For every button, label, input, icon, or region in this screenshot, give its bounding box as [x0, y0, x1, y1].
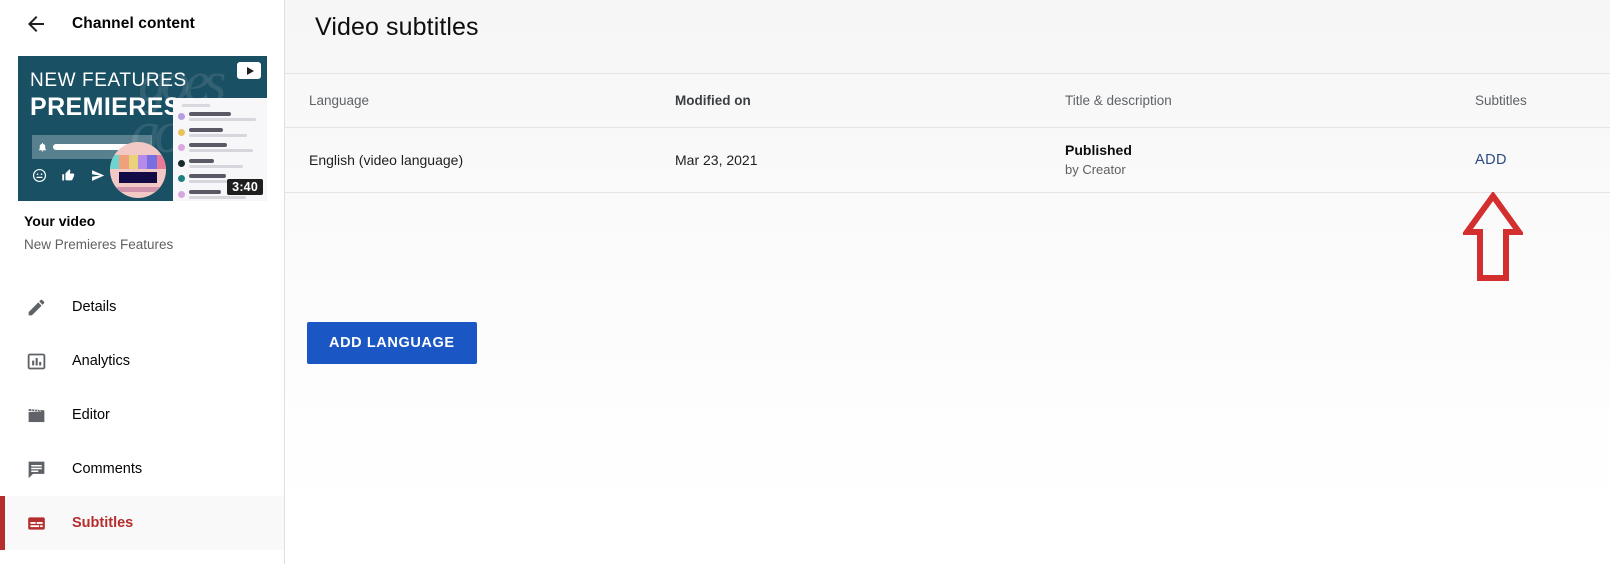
add-subtitles-link[interactable]: ADD: [1475, 152, 1507, 168]
avatar-dark-bar: [119, 172, 157, 183]
sidebar-item-details[interactable]: Details: [0, 280, 284, 334]
thumbnail-line-2: PREMIERES: [30, 93, 181, 121]
sidebar-item-label: Subtitles: [72, 515, 134, 531]
sidebar-header: Channel content: [0, 0, 284, 48]
chat-row: [178, 127, 262, 137]
subtitles-table: Language Modified on Title & description…: [285, 73, 1610, 193]
red-arrow-annotation: [1463, 192, 1523, 281]
thumbnail-line-1: NEW FEATURES: [30, 70, 187, 91]
youtube-play-icon: [237, 62, 261, 79]
chat-header-line: [182, 104, 210, 107]
back-arrow-icon[interactable]: [24, 12, 48, 36]
video-title: Your video: [24, 213, 96, 229]
emoji-icon: [32, 168, 47, 183]
column-header-subtitles: Subtitles: [1475, 93, 1527, 108]
sidebar: Channel content goes goes NEW FEATURES P…: [0, 0, 285, 564]
cell-modified-on: Mar 23, 2021: [675, 152, 758, 168]
sidebar-item-subtitles[interactable]: Subtitles: [0, 496, 284, 550]
video-subtitle: New Premieres Features: [24, 237, 174, 252]
chat-row: [178, 143, 262, 152]
main-content: Video subtitles Language Modified on Tit…: [285, 0, 1610, 564]
chat-row: [178, 158, 262, 168]
add-language-button[interactable]: ADD LANGUAGE: [307, 322, 477, 364]
cell-title-description: Published by Creator: [1065, 140, 1475, 180]
avatar-bottom-strip: [110, 187, 166, 192]
comment-icon: [24, 457, 48, 481]
publish-status: Published: [1065, 142, 1132, 159]
sidebar-item-label: Editor: [72, 407, 110, 423]
sidebar-item-comments[interactable]: Comments: [0, 442, 284, 496]
page-title: Video subtitles: [315, 13, 479, 41]
table-row[interactable]: English (video language) Mar 23, 2021 Pu…: [285, 128, 1610, 193]
youtube-studio-page: Channel content goes goes NEW FEATURES P…: [0, 0, 1610, 564]
share-icon: [90, 168, 106, 183]
publish-author: by Creator: [1065, 162, 1126, 178]
column-header-title-description: Title & description: [1065, 93, 1172, 108]
sidebar-item-label: Details: [72, 299, 117, 315]
sidebar-item-editor[interactable]: Editor: [0, 388, 284, 442]
cell-subtitles-action: ADD: [1475, 151, 1610, 169]
bell-icon: [37, 141, 48, 153]
cell-language: English (video language): [309, 152, 464, 168]
column-header-language: Language: [309, 93, 370, 108]
video-meta: Your video New Premieres Features: [0, 201, 284, 252]
chat-row: [178, 112, 262, 121]
sidebar-item-analytics[interactable]: Analytics: [0, 334, 284, 388]
video-duration-badge: 3:40: [227, 179, 263, 195]
thumbnail-social-icons: [32, 168, 106, 183]
sidebar-item-label: Comments: [72, 461, 143, 477]
sidebar-header-title: Channel content: [72, 15, 195, 32]
subtitles-icon: [24, 511, 48, 535]
thumbnail-avatar: [110, 142, 166, 198]
bar-chart-icon: [24, 349, 48, 373]
clapperboard-icon: [24, 403, 48, 427]
sidebar-nav: Details Analytics Editor Comments Subtit…: [0, 280, 284, 550]
avatar-color-strip: [110, 155, 166, 169]
column-header-modified-on: Modified on: [675, 93, 751, 108]
pencil-icon: [24, 295, 48, 319]
table-header-row: Language Modified on Title & description…: [285, 73, 1610, 128]
thumbs-up-icon: [61, 168, 76, 183]
video-thumbnail[interactable]: goes goes NEW FEATURES PREMIERES: [18, 56, 267, 201]
sidebar-item-label: Analytics: [72, 353, 131, 369]
